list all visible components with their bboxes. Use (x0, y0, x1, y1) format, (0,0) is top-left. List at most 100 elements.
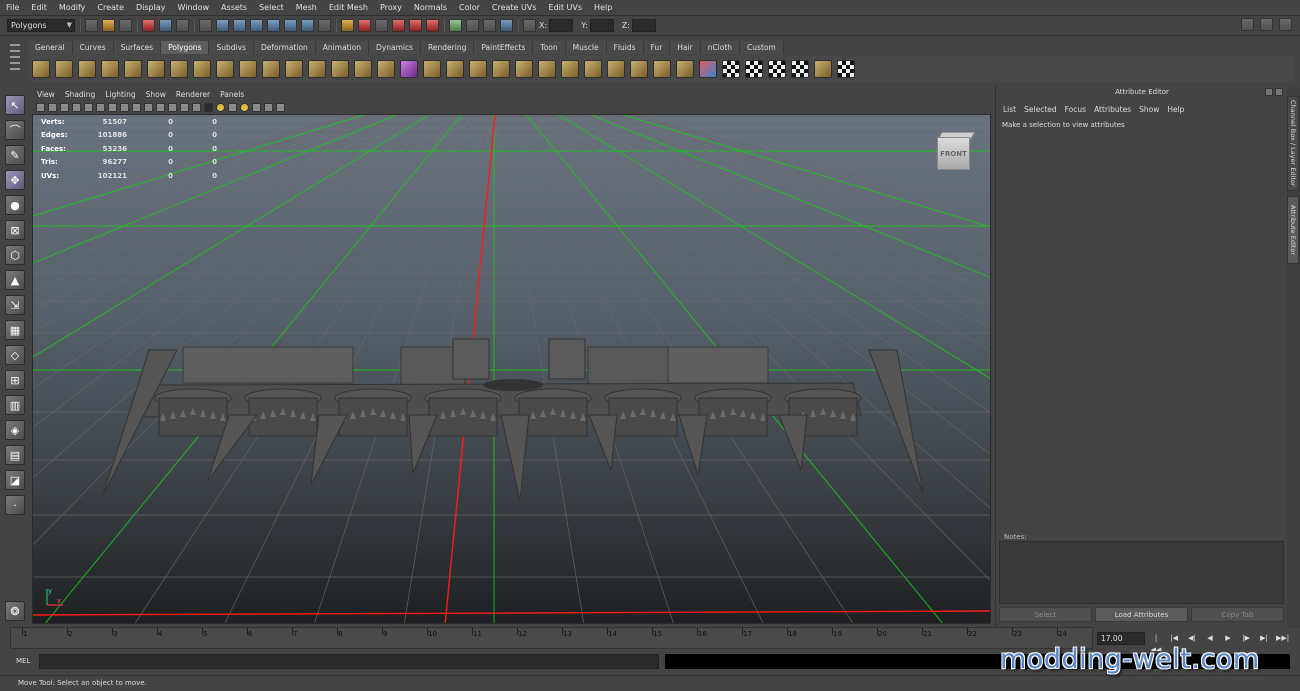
channel-box-toggle-icon[interactable] (500, 19, 513, 32)
attribute-editor-toggle-icon[interactable] (1241, 18, 1254, 31)
menu-edit-uvs[interactable]: Edit UVs (543, 3, 589, 12)
extrude-icon[interactable] (515, 59, 533, 78)
lock-icon[interactable] (341, 19, 354, 32)
tool-settings-toggle-icon[interactable] (1279, 18, 1292, 31)
menu-window[interactable]: Window (172, 3, 216, 12)
menu-mesh[interactable]: Mesh (290, 3, 323, 12)
poly-soccer-ball-icon[interactable] (262, 59, 280, 78)
more-layouts-icon[interactable]: · (5, 495, 25, 515)
smooth-shade-icon[interactable] (180, 102, 189, 112)
menu-color[interactable]: Color (453, 3, 486, 12)
construction-history-icon[interactable] (358, 19, 371, 32)
close-panel-icon[interactable] (1275, 88, 1283, 96)
move-tool-icon[interactable]: ✥ (5, 170, 25, 190)
select-object-icon[interactable] (159, 19, 172, 32)
menu-help[interactable]: Help (588, 3, 618, 12)
attr-menu-attributes[interactable]: Attributes (1090, 105, 1135, 114)
show-manipulator-icon[interactable]: ⇲ (5, 295, 25, 315)
render-settings-icon[interactable] (409, 19, 422, 32)
extract-icon[interactable] (354, 59, 372, 78)
float-panel-icon[interactable] (1265, 88, 1273, 96)
grid-icon[interactable] (84, 102, 93, 112)
snap-point-icon[interactable] (250, 19, 263, 32)
shelf-tab-muscle[interactable]: Muscle (565, 41, 607, 54)
viewcube[interactable]: FRONT (937, 131, 976, 171)
isolate-select-icon[interactable] (252, 102, 261, 112)
shelf-tab-subdivs[interactable]: Subdivs (209, 41, 254, 54)
paint-select-tool-icon[interactable]: ✎ (5, 145, 25, 165)
camera-attributes-icon[interactable] (48, 102, 57, 112)
menu-file[interactable]: File (0, 3, 25, 12)
shelf-tab-ncloth[interactable]: nCloth (700, 41, 741, 54)
tab-channel-box[interactable]: Channel Box / Layer Editor (1287, 96, 1299, 191)
shelf-tab-deformation[interactable]: Deformation (253, 41, 316, 54)
insert-edge-loop-icon[interactable] (584, 59, 602, 78)
shelf-tab-hair[interactable]: Hair (670, 41, 701, 54)
shelf-tab-polygons[interactable]: Polygons (161, 41, 210, 54)
boolean-difference-icon[interactable] (423, 59, 441, 78)
help-icon[interactable] (318, 19, 331, 32)
checker-map-icon[interactable] (837, 59, 855, 78)
safe-action-icon[interactable] (144, 102, 153, 112)
poly-platonic-icon[interactable] (285, 59, 303, 78)
four-view-layout-icon[interactable]: ⊞ (5, 370, 25, 390)
go-to-start-icon[interactable]: |◀◀ (1150, 632, 1162, 654)
paint-effects-icon[interactable]: ❂ (5, 601, 25, 621)
boolean-intersect-icon[interactable] (446, 59, 464, 78)
menu-proxy[interactable]: Proxy (374, 3, 408, 12)
menu-create[interactable]: Create (91, 3, 130, 12)
new-scene-icon[interactable] (85, 19, 98, 32)
go-to-end-icon[interactable]: ▶▶| (1276, 632, 1289, 644)
hypershade-icon[interactable] (426, 19, 439, 32)
attr-menu-help[interactable]: Help (1163, 105, 1188, 114)
menu-assets[interactable]: Assets (215, 3, 253, 12)
menu-normals[interactable]: Normals (408, 3, 453, 12)
field-chart-icon[interactable] (132, 102, 141, 112)
poly-sphere-icon[interactable] (32, 59, 50, 78)
poly-cube-icon[interactable] (55, 59, 73, 78)
input-line-icon[interactable] (449, 19, 462, 32)
y-field[interactable] (589, 19, 614, 32)
viewport-menu-panels[interactable]: Panels (215, 90, 249, 99)
select-component-icon[interactable] (176, 19, 189, 32)
planar-mapping-icon[interactable] (722, 59, 740, 78)
shelf-grip-icon[interactable] (8, 40, 22, 84)
mel-label[interactable]: MEL (16, 657, 30, 665)
render-frame-icon[interactable] (375, 19, 388, 32)
snap-view-plane-icon[interactable] (267, 19, 280, 32)
poly-helix-icon[interactable] (239, 59, 257, 78)
cylindrical-mapping-icon[interactable] (745, 59, 763, 78)
attr-menu-list[interactable]: List (999, 105, 1020, 114)
hypershade-layout-icon[interactable]: ▤ (5, 445, 25, 465)
shelf-tab-fur[interactable]: Fur (643, 41, 671, 54)
viewport-menu-show[interactable]: Show (141, 90, 171, 99)
soft-modification-icon[interactable]: ▲ (5, 270, 25, 290)
rotate-tool-icon[interactable]: ● (5, 195, 25, 215)
add-divisions-icon[interactable] (630, 59, 648, 78)
persp-outliner-layout-icon[interactable]: ▥ (5, 395, 25, 415)
select-tool-icon[interactable]: ↖ (5, 95, 25, 115)
textured-icon[interactable] (204, 102, 213, 112)
step-back-frame-icon[interactable]: ◀| (1186, 632, 1198, 644)
wireframe-on-shaded-icon[interactable] (192, 102, 201, 112)
single-perspective-layout-icon[interactable]: ◇ (5, 345, 25, 365)
select-button[interactable]: Select (999, 607, 1092, 622)
shadows-icon[interactable] (228, 102, 237, 112)
use-all-lights-icon[interactable] (216, 102, 225, 112)
high-quality-icon[interactable] (240, 102, 249, 112)
split-polygon-icon[interactable] (561, 59, 579, 78)
shelf-tab-fluids[interactable]: Fluids (606, 41, 644, 54)
perspective-viewport[interactable]: Verts: 51507 0 0 Edges: 101886 0 0 Faces: 53236 0 0… (32, 114, 991, 624)
notes-textarea[interactable] (999, 541, 1284, 604)
mel-input[interactable] (39, 654, 659, 669)
live-surface-icon[interactable] (284, 19, 297, 32)
shelf-tab-rendering[interactable]: Rendering (421, 41, 475, 54)
separate-icon[interactable] (331, 59, 349, 78)
shelf-tab-animation[interactable]: Animation (315, 41, 370, 54)
channel-box-icon[interactable] (1260, 18, 1273, 31)
bridge-icon[interactable] (492, 59, 510, 78)
sidebar-toggle-icon[interactable] (466, 19, 479, 32)
scale-tool-icon[interactable]: ⊠ (5, 220, 25, 240)
viewcube-front-face[interactable]: FRONT (937, 137, 970, 170)
menu-select[interactable]: Select (253, 3, 290, 12)
